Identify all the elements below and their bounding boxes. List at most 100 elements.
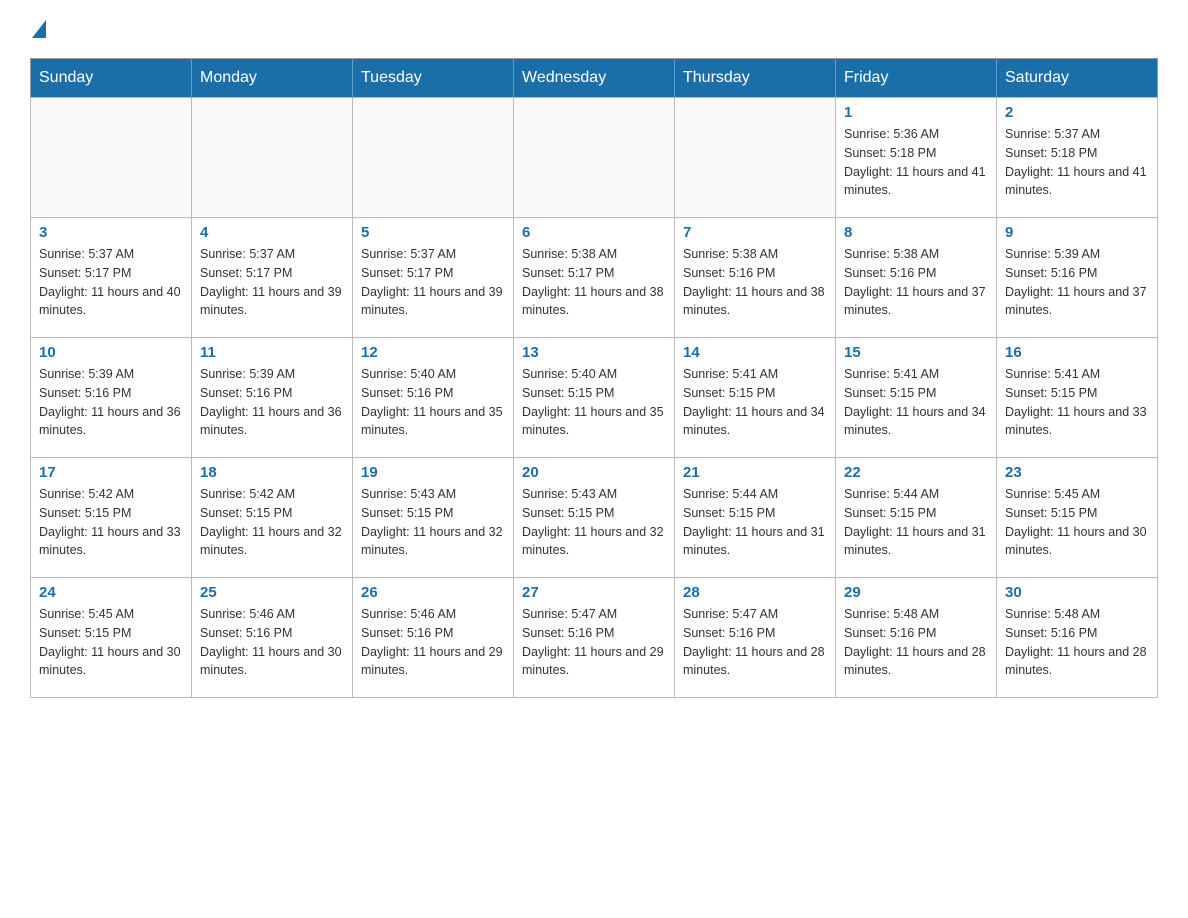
- day-info: Sunrise: 5:41 AMSunset: 5:15 PMDaylight:…: [1005, 365, 1149, 440]
- day-info: Sunrise: 5:41 AMSunset: 5:15 PMDaylight:…: [844, 365, 988, 440]
- calendar-cell: 11 Sunrise: 5:39 AMSunset: 5:16 PMDayligh…: [192, 338, 353, 458]
- calendar-cell: 2Sunrise: 5:37 AMSunset: 5:18 PMDaylight…: [997, 98, 1158, 218]
- logo: [30, 20, 46, 38]
- day-number: 14: [683, 344, 827, 361]
- day-info: Sunrise: 5:39 AMSunset: 5:16 PMDaylight:…: [1005, 245, 1149, 320]
- day-number: 18: [200, 464, 344, 481]
- calendar-cell: 14 Sunrise: 5:41 AMSunset: 5:15 PMDayligh…: [675, 338, 836, 458]
- calendar-cell: [514, 98, 675, 218]
- calendar-cell: 19 Sunrise: 5:43 AMSunset: 5:15 PMDayligh…: [353, 458, 514, 578]
- day-info: Sunrise: 5:44 AMSunset: 5:15 PMDaylight:…: [683, 485, 827, 560]
- day-info: Sunrise: 5:37 AMSunset: 5:18 PMDaylight:…: [1005, 125, 1149, 200]
- calendar-cell: 28 Sunrise: 5:47 AMSunset: 5:16 PMDayligh…: [675, 578, 836, 698]
- day-number: 23: [1005, 464, 1149, 481]
- day-number: 5: [361, 224, 505, 241]
- day-number: 16: [1005, 344, 1149, 361]
- day-number: 21: [683, 464, 827, 481]
- header-monday: Monday: [192, 59, 353, 98]
- day-number: 19: [361, 464, 505, 481]
- header-thursday: Thursday: [675, 59, 836, 98]
- week-row-3: 10 Sunrise: 5:39 AMSunset: 5:16 PMDayligh…: [31, 338, 1158, 458]
- day-info: Sunrise: 5:44 AMSunset: 5:15 PMDaylight:…: [844, 485, 988, 560]
- day-info: Sunrise: 5:43 AMSunset: 5:15 PMDaylight:…: [522, 485, 666, 560]
- calendar-cell: [675, 98, 836, 218]
- header-tuesday: Tuesday: [353, 59, 514, 98]
- day-number: 28: [683, 584, 827, 601]
- calendar-cell: 5 Sunrise: 5:37 AMSunset: 5:17 PMDaylight…: [353, 218, 514, 338]
- day-info: Sunrise: 5:38 AMSunset: 5:17 PMDaylight:…: [522, 245, 666, 320]
- calendar-cell: 20 Sunrise: 5:43 AMSunset: 5:15 PMDayligh…: [514, 458, 675, 578]
- calendar-cell: 25 Sunrise: 5:46 AMSunset: 5:16 PMDayligh…: [192, 578, 353, 698]
- calendar-cell: 7Sunrise: 5:38 AMSunset: 5:16 PMDaylight…: [675, 218, 836, 338]
- day-number: 6: [522, 224, 666, 241]
- day-number: 20: [522, 464, 666, 481]
- day-number: 25: [200, 584, 344, 601]
- week-row-1: 1 Sunrise: 5:36 AMSunset: 5:18 PMDaylight…: [31, 98, 1158, 218]
- day-info: Sunrise: 5:37 AMSunset: 5:17 PMDaylight:…: [39, 245, 183, 320]
- day-number: 30: [1005, 584, 1149, 601]
- calendar-cell: 29Sunrise: 5:48 AMSunset: 5:16 PMDayligh…: [836, 578, 997, 698]
- day-number: 27: [522, 584, 666, 601]
- calendar-cell: 26 Sunrise: 5:46 AMSunset: 5:16 PMDayligh…: [353, 578, 514, 698]
- calendar-cell: 18 Sunrise: 5:42 AMSunset: 5:15 PMDayligh…: [192, 458, 353, 578]
- calendar-cell: 30 Sunrise: 5:48 AMSunset: 5:16 PMDayligh…: [997, 578, 1158, 698]
- day-number: 15: [844, 344, 988, 361]
- day-number: 1: [844, 104, 988, 121]
- day-info: Sunrise: 5:36 AMSunset: 5:18 PMDaylight:…: [844, 125, 988, 200]
- day-info: Sunrise: 5:42 AMSunset: 5:15 PMDaylight:…: [39, 485, 183, 560]
- calendar-cell: 8 Sunrise: 5:38 AMSunset: 5:16 PMDaylight…: [836, 218, 997, 338]
- day-info: Sunrise: 5:45 AMSunset: 5:15 PMDaylight:…: [1005, 485, 1149, 560]
- day-number: 26: [361, 584, 505, 601]
- week-row-4: 17 Sunrise: 5:42 AMSunset: 5:15 PMDayligh…: [31, 458, 1158, 578]
- header-sunday: Sunday: [31, 59, 192, 98]
- header-friday: Friday: [836, 59, 997, 98]
- calendar-cell: 1 Sunrise: 5:36 AMSunset: 5:18 PMDaylight…: [836, 98, 997, 218]
- day-info: Sunrise: 5:42 AMSunset: 5:15 PMDaylight:…: [200, 485, 344, 560]
- day-number: 4: [200, 224, 344, 241]
- day-number: 13: [522, 344, 666, 361]
- day-info: Sunrise: 5:46 AMSunset: 5:16 PMDaylight:…: [361, 605, 505, 680]
- day-number: 8: [844, 224, 988, 241]
- day-info: Sunrise: 5:37 AMSunset: 5:17 PMDaylight:…: [200, 245, 344, 320]
- logo-arrow-icon: [32, 20, 46, 38]
- page-header: [30, 20, 1158, 38]
- day-number: 11: [200, 344, 344, 361]
- day-info: Sunrise: 5:39 AMSunset: 5:16 PMDaylight:…: [39, 365, 183, 440]
- calendar-cell: 4 Sunrise: 5:37 AMSunset: 5:17 PMDaylight…: [192, 218, 353, 338]
- day-info: Sunrise: 5:43 AMSunset: 5:15 PMDaylight:…: [361, 485, 505, 560]
- day-info: Sunrise: 5:48 AMSunset: 5:16 PMDaylight:…: [844, 605, 988, 680]
- calendar-cell: 6 Sunrise: 5:38 AMSunset: 5:17 PMDaylight…: [514, 218, 675, 338]
- calendar-cell: [31, 98, 192, 218]
- day-info: Sunrise: 5:38 AMSunset: 5:16 PMDaylight:…: [683, 245, 827, 320]
- calendar-cell: 22Sunrise: 5:44 AMSunset: 5:15 PMDayligh…: [836, 458, 997, 578]
- day-number: 17: [39, 464, 183, 481]
- calendar-cell: 12Sunrise: 5:40 AMSunset: 5:16 PMDayligh…: [353, 338, 514, 458]
- day-info: Sunrise: 5:39 AMSunset: 5:16 PMDaylight:…: [200, 365, 344, 440]
- day-info: Sunrise: 5:37 AMSunset: 5:17 PMDaylight:…: [361, 245, 505, 320]
- calendar-cell: 21 Sunrise: 5:44 AMSunset: 5:15 PMDayligh…: [675, 458, 836, 578]
- calendar-cell: 15 Sunrise: 5:41 AMSunset: 5:15 PMDayligh…: [836, 338, 997, 458]
- day-number: 9: [1005, 224, 1149, 241]
- day-info: Sunrise: 5:47 AMSunset: 5:16 PMDaylight:…: [683, 605, 827, 680]
- day-info: Sunrise: 5:41 AMSunset: 5:15 PMDaylight:…: [683, 365, 827, 440]
- day-info: Sunrise: 5:48 AMSunset: 5:16 PMDaylight:…: [1005, 605, 1149, 680]
- calendar-cell: 16 Sunrise: 5:41 AMSunset: 5:15 PMDayligh…: [997, 338, 1158, 458]
- day-number: 3: [39, 224, 183, 241]
- day-info: Sunrise: 5:45 AMSunset: 5:15 PMDaylight:…: [39, 605, 183, 680]
- calendar-cell: 13 Sunrise: 5:40 AMSunset: 5:15 PMDayligh…: [514, 338, 675, 458]
- day-info: Sunrise: 5:40 AMSunset: 5:15 PMDaylight:…: [522, 365, 666, 440]
- header-saturday: Saturday: [997, 59, 1158, 98]
- calendar-cell: 10 Sunrise: 5:39 AMSunset: 5:16 PMDayligh…: [31, 338, 192, 458]
- day-info: Sunrise: 5:40 AMSunset: 5:16 PMDaylight:…: [361, 365, 505, 440]
- day-info: Sunrise: 5:38 AMSunset: 5:16 PMDaylight:…: [844, 245, 988, 320]
- day-number: 24: [39, 584, 183, 601]
- calendar-cell: 24 Sunrise: 5:45 AMSunset: 5:15 PMDayligh…: [31, 578, 192, 698]
- day-number: 10: [39, 344, 183, 361]
- calendar-cell: 17 Sunrise: 5:42 AMSunset: 5:15 PMDayligh…: [31, 458, 192, 578]
- calendar-cell: [192, 98, 353, 218]
- day-info: Sunrise: 5:46 AMSunset: 5:16 PMDaylight:…: [200, 605, 344, 680]
- calendar-cell: 27Sunrise: 5:47 AMSunset: 5:16 PMDayligh…: [514, 578, 675, 698]
- calendar-cell: 3 Sunrise: 5:37 AMSunset: 5:17 PMDaylight…: [31, 218, 192, 338]
- calendar-cell: 9 Sunrise: 5:39 AMSunset: 5:16 PMDaylight…: [997, 218, 1158, 338]
- weekday-header-row: Sunday Monday Tuesday Wednesday Thursday…: [31, 59, 1158, 98]
